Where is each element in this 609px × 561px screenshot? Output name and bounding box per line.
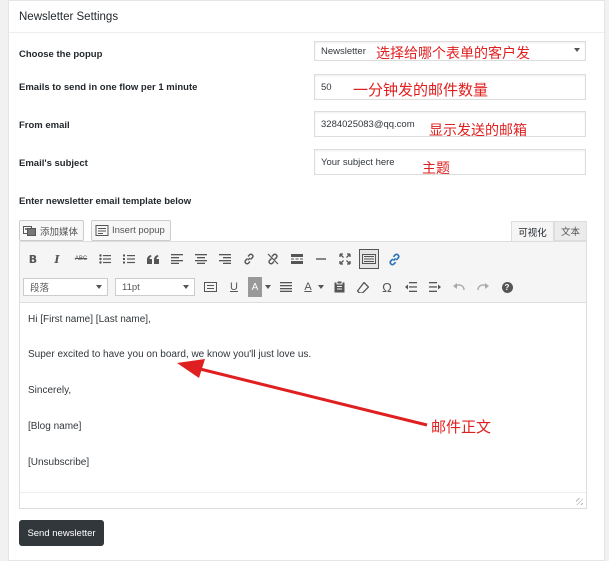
annotation-body: 邮件正文 [431, 418, 492, 436]
annotation-arrow [177, 359, 428, 427]
send-newsletter-button[interactable]: Send newsletter [19, 520, 104, 546]
newsletter-settings-panel: Newsletter Settings Choose the popup New… [8, 0, 605, 561]
